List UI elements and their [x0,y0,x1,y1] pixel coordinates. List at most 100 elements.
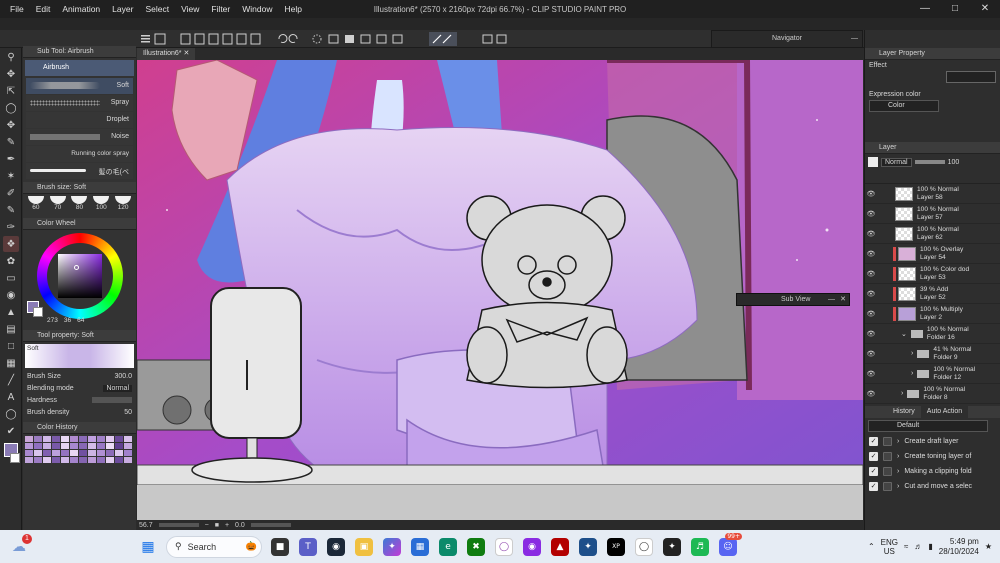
layer-row[interactable]: 👁 100 % Normal Layer 58 [865,184,1000,204]
wheel-sub-color[interactable] [33,307,43,317]
red-app-icon[interactable]: ▲ [551,537,569,556]
layer-row[interactable]: 👁 39 % Add Layer 52 [865,284,1000,304]
expand-chevron-icon[interactable]: › [901,390,903,397]
start-button-icon[interactable]: ▦ [139,538,157,556]
ruler-icon[interactable]: ╱ [3,372,19,388]
minimize-icon[interactable]: — [910,0,940,18]
auto-action-item[interactable]: ✓ › Making a clipping fold [865,464,1000,479]
folder-row[interactable]: 👁 › 41 % Normal Folder 9 [865,344,1000,364]
color-history-grid[interactable] [23,434,136,465]
navigator-minimize-icon[interactable]: — [851,31,858,47]
visibility-eye-icon[interactable]: 👁 [865,390,877,398]
expression-color-select[interactable]: Color [869,100,939,112]
brush-item-running-color-spray[interactable]: Running color spray [26,146,133,162]
zoom-out-icon[interactable]: − [205,522,209,529]
auto-action-item[interactable]: ✓ › Cut and move a selec [865,479,1000,494]
xp-pen-icon[interactable]: XP [607,537,625,556]
zoom-tool-icon[interactable]: ⚲ [3,49,19,65]
copilot-icon[interactable]: ✦ [383,537,401,556]
airbrush-icon[interactable]: ❖ [3,236,19,252]
teams-icon[interactable]: T [299,537,317,556]
sparkle-tool-icon[interactable]: ✶ [3,168,19,184]
brush-size-item[interactable]: 60 [27,196,44,214]
layer-row[interactable]: 👁 100 % Overlay Layer 54 [865,244,1000,264]
hardness-slider[interactable] [92,397,132,403]
volume-icon[interactable]: ♬ [914,542,922,551]
close-tab-icon[interactable]: ✕ [183,50,189,57]
brush-size-item[interactable]: 120 [115,196,132,214]
visibility-eye-icon[interactable]: 👁 [865,230,877,238]
brush-item-droplet[interactable]: Droplet [26,112,133,128]
fill-icon[interactable]: ▲ [3,304,19,320]
layer-row[interactable]: 👁 100 % Normal Layer 57 [865,204,1000,224]
store-icon[interactable]: ▦ [411,537,429,556]
visibility-eye-icon[interactable]: 👁 [865,330,877,338]
fit-icon[interactable]: ■ [215,522,219,529]
discord-icon[interactable]: ☺ 99+ [719,532,742,556]
hardness-row[interactable]: Hardness [27,394,132,406]
language-indicator[interactable]: ENG US [881,538,898,556]
layer-blend-select[interactable]: Normal [881,157,912,167]
decoration-icon[interactable]: ✿ [3,253,19,269]
task-view-icon[interactable]: ■ [271,537,289,556]
layer-opacity-value[interactable]: 100 [948,159,960,166]
visibility-eye-icon[interactable]: 👁 [865,190,877,198]
tab-auto-action[interactable]: Auto Action [920,406,969,418]
spotify-icon[interactable]: ♬ [691,537,709,556]
folder-row[interactable]: 👁 › 100 % Normal Folder 12 [865,364,1000,384]
brush-icon[interactable]: ✑ [3,219,19,235]
balloon-icon[interactable]: ◯ [3,406,19,422]
brush-item-noise[interactable]: Noise [26,129,133,145]
effect-toggle-buttons[interactable] [946,71,996,83]
gradient-icon[interactable]: ▤ [3,321,19,337]
blending-mode-row[interactable]: Blending mode Normal [27,382,132,394]
expand-chevron-icon[interactable]: › [911,370,913,377]
file-explorer-icon[interactable]: ▣ [355,537,373,556]
folder-row[interactable]: 👁 ⌄ 100 % Normal Folder 16 [865,324,1000,344]
canvas-tab[interactable]: Illustration6* ✕ [137,48,196,60]
pen-tool-icon[interactable]: ✒ [3,151,19,167]
visibility-eye-icon[interactable]: 👁 [865,250,877,258]
close-icon[interactable]: ✕ [970,0,1000,18]
purple-app-icon[interactable]: ◉ [523,537,541,556]
sub-view-minimize-icon[interactable]: — [828,294,835,305]
tab-history[interactable]: History [865,406,921,418]
visibility-eye-icon[interactable]: 👁 [865,350,877,358]
xbox-icon[interactable]: ✖ [467,537,485,556]
wifi-icon[interactable]: ≈ [904,542,908,551]
clock[interactable]: 5:49 pm 28/10/2024 [939,537,979,557]
layer-row[interactable]: 👁 100 % Multiply Layer 2 [865,304,1000,324]
move-tool-icon[interactable]: ✥ [3,66,19,82]
clip-studio-paint-icon[interactable]: ✦ [663,537,681,556]
text-icon[interactable]: A [3,389,19,405]
brush-size-item[interactable]: 70 [49,196,66,214]
steam-icon[interactable]: ◉ [327,537,345,556]
brush-size-item[interactable]: 100 [93,196,110,214]
zoom-in-icon[interactable]: + [225,522,229,529]
menu-help[interactable]: Help [278,4,307,14]
menu-window[interactable]: Window [236,4,278,14]
tray-chevron-icon[interactable]: ⌃ [868,542,875,551]
zoom-readout[interactable]: 56.7 [139,522,153,529]
menu-view[interactable]: View [175,4,205,14]
layer-row[interactable]: 👁 100 % Normal Layer 62 [865,224,1000,244]
menu-filter[interactable]: Filter [205,4,236,14]
operation-tool-icon[interactable]: ⇱ [3,83,19,99]
figure-icon[interactable]: □ [3,338,19,354]
weather-widget[interactable]: ☁ 1 [12,534,34,555]
spiral-app-icon[interactable]: ◯ [635,537,653,556]
expand-chevron-icon[interactable]: › [911,350,913,357]
layer-color-icon[interactable] [868,157,878,167]
auto-action-set-select[interactable]: Default [868,420,988,432]
menu-animation[interactable]: Animation [56,4,106,14]
expand-chevron-icon[interactable]: ⌄ [901,330,907,338]
eyedropper-icon[interactable]: ✎ [3,134,19,150]
lasso-tool-icon[interactable]: ◯ [3,100,19,116]
edge-icon[interactable]: e [439,537,457,556]
brush-item-hair[interactable]: 髪の毛(ベ [26,163,133,179]
sub-view-close-icon[interactable]: ✕ [840,294,846,305]
auto-action-item[interactable]: ✓ › Create draft layer [865,434,1000,449]
clip-studio-icon[interactable]: ✦ [579,537,597,556]
visibility-eye-icon[interactable]: 👁 [865,290,877,298]
correct-line-icon[interactable]: ✔ [3,423,19,439]
